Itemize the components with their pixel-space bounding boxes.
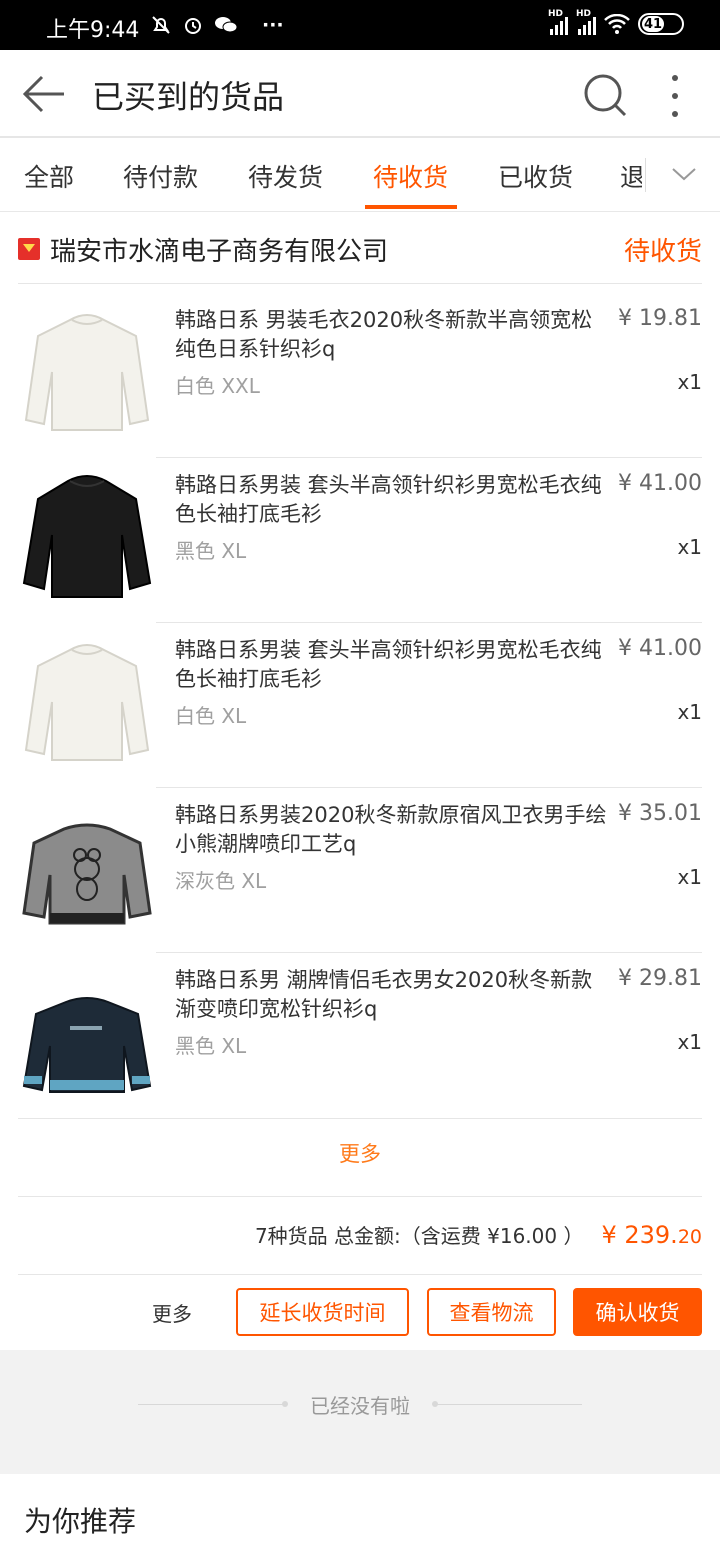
item-name: 韩路日系男装 套头半高领针织衫男宽松毛衣纯色长袖打底毛衫 <box>175 638 602 691</box>
item-price: ¥ 19.81 <box>618 306 702 331</box>
mute-bell-icon <box>152 16 170 34</box>
order-item[interactable]: 韩路日系男装 套头半高领针织衫男宽松毛衣纯色长袖打底毛衫 白色 XL ¥ 41.… <box>0 620 720 785</box>
item-price: ¥ 41.00 <box>618 471 702 496</box>
order-status: 待收货 <box>623 237 702 267</box>
alarm-icon <box>185 18 201 34</box>
top-app-bar: 已买到的货品 <box>0 50 720 138</box>
black-sweater-thumbnail <box>22 475 152 598</box>
item-name: 韩路日系男装 套头半高领针织衫男宽松毛衣纯色长袖打底毛衫 <box>175 473 602 526</box>
page-title: 已买到的货品 <box>92 78 285 116</box>
item-price: ¥ 35.01 <box>618 801 702 826</box>
back-arrow-icon[interactable] <box>22 74 66 114</box>
end-divider-right <box>436 1404 582 1405</box>
white-sweater-thumbnail <box>24 314 150 431</box>
tab-pending-payment[interactable]: 待付款 <box>123 158 198 194</box>
item-quantity: x1 <box>677 370 702 394</box>
divider <box>18 1274 702 1275</box>
chevron-down-icon[interactable] <box>670 162 698 186</box>
item-name: 韩路日系 男装毛衣2020秋冬新款半高领宽松纯色日系针织衫q <box>175 308 593 361</box>
item-name: 韩路日系男 潮牌情侣毛衣男女2020秋冬新款渐变喷印宽松针织衫q <box>175 968 593 1021</box>
white-sweater-thumbnail <box>24 644 150 761</box>
summary-text: 7种货品 总金额:（含运费 ¥16.00 ） <box>254 1224 584 1248</box>
item-sku: 黑色 XL <box>175 1034 247 1058</box>
divider <box>18 1118 702 1119</box>
order-status-tabs: 全部 待付款 待发货 待收货 已收货 退 <box>0 138 720 212</box>
signal-1-icon: HD <box>548 9 568 35</box>
order-summary: 7种货品 总金额:（含运费 ¥16.00 ） ¥ 239.20 <box>255 1220 702 1249</box>
order-item[interactable]: 韩路日系男 潮牌情侣毛衣男女2020秋冬新款渐变喷印宽松针织衫q 黑色 XL ¥… <box>0 950 720 1115</box>
list-end-section: 已经没有啦 <box>0 1350 720 1474</box>
item-quantity: x1 <box>677 865 702 889</box>
tab-divider <box>645 158 646 192</box>
item-quantity: x1 <box>677 535 702 559</box>
shop-header[interactable]: 瑞安市水滴电子商务有限公司 待收货 <box>0 214 720 282</box>
end-of-list-text: 已经没有啦 <box>310 1394 410 1418</box>
signal-2-icon: HD <box>576 9 596 35</box>
status-bar: 上午9:44 ··· HD HD 41 <box>0 0 720 50</box>
item-sku: 白色 XL <box>175 704 247 728</box>
item-quantity: x1 <box>677 1030 702 1054</box>
order-item[interactable]: 韩路日系男装2020秋冬新款原宿风卫衣男手绘小熊潮牌喷印工艺q 深灰色 XL ¥… <box>0 785 720 950</box>
wifi-icon <box>604 14 630 34</box>
search-icon[interactable] <box>582 72 628 118</box>
divider <box>18 1196 702 1197</box>
tab-pending-shipment[interactable]: 待发货 <box>248 158 323 194</box>
confirm-receipt-button[interactable]: 确认收货 <box>573 1288 702 1336</box>
item-price: ¥ 29.81 <box>618 966 702 991</box>
item-sku: 深灰色 XL <box>175 869 267 893</box>
active-tab-indicator <box>365 205 457 209</box>
status-icons: ··· <box>150 14 284 36</box>
tab-refund[interactable]: 退 <box>620 158 642 194</box>
order-item[interactable]: 韩路日系 男装毛衣2020秋冬新款半高领宽松纯色日系针织衫q 白色 XXL ¥ … <box>0 290 720 455</box>
status-time: 上午9:44 <box>46 18 140 43</box>
order-total: ¥ 239.20 <box>601 1221 702 1249</box>
shop-name[interactable]: 瑞安市水滴电子商务有限公司 <box>50 231 388 268</box>
navy-sweater-thumbnail <box>22 997 152 1093</box>
item-price: ¥ 41.00 <box>618 636 702 661</box>
battery-icon: 41 <box>638 13 684 35</box>
wechat-icon <box>215 17 238 33</box>
tab-received[interactable]: 已收货 <box>498 158 573 194</box>
item-sku: 白色 XXL <box>175 374 260 398</box>
order-item[interactable]: 韩路日系男装 套头半高领针织衫男宽松毛衣纯色长袖打底毛衫 黑色 XL ¥ 41.… <box>0 455 720 620</box>
order-actions: 更多 延长收货时间 查看物流 确认收货 <box>0 1286 720 1348</box>
recommendations-heading: 为你推荐 <box>24 1505 137 1538</box>
more-actions-button[interactable]: 更多 <box>152 1298 192 1327</box>
shop-icon <box>18 238 40 260</box>
tab-all[interactable]: 全部 <box>24 158 74 194</box>
show-more-items-link[interactable]: 更多 <box>0 1138 720 1168</box>
tab-pending-receipt[interactable]: 待收货 <box>373 158 448 194</box>
view-logistics-button[interactable]: 查看物流 <box>427 1288 556 1336</box>
item-name: 韩路日系男装2020秋冬新款原宿风卫衣男手绘小熊潮牌喷印工艺q <box>175 803 607 856</box>
more-options-icon[interactable] <box>665 72 685 120</box>
extend-receipt-time-button[interactable]: 延长收货时间 <box>236 1288 409 1336</box>
item-sku: 黑色 XL <box>175 539 247 563</box>
divider <box>18 283 702 284</box>
more-notifications-icon: ··· <box>262 14 284 36</box>
gray-bear-sweater-thumbnail <box>22 823 152 925</box>
item-quantity: x1 <box>677 700 702 724</box>
